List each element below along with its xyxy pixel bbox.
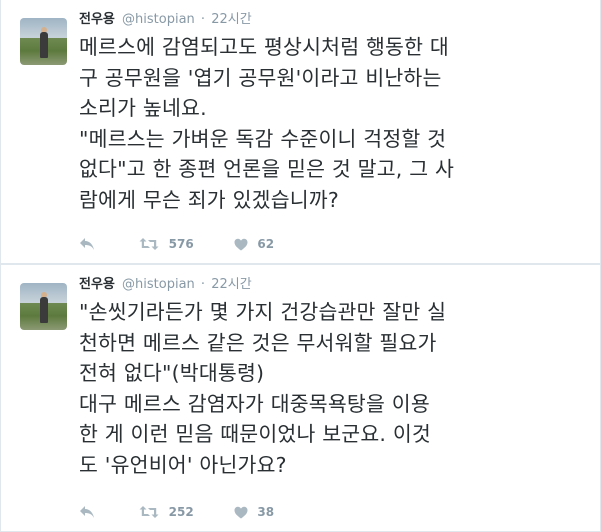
tweet[interactable]: 전우용 @histopian · 22시간 "손씻기라든가 몇 가지 건강습관만… [1,264,600,532]
tweet[interactable]: 전우용 @histopian · 22시간 메르스에 감염되고도 평상시처럼 행… [1,0,600,264]
tweet-header: 전우용 @histopian · 22시간 [79,276,252,294]
tweet-text-line: 한 게 이런 믿음 때문이었나 보군요. 이것 [79,422,431,446]
tweet-text: "손씻기라든가 몇 가지 건강습관만 잘만 실 천하면 메르스 같은 것은 무서… [79,297,591,480]
tweet-feed: 전우용 @histopian · 22시간 메르스에 감염되고도 평상시처럼 행… [0,0,601,532]
tweet-text-line: 전혀 없다"(박대통령) [79,361,265,385]
tweet-text-line: 없다"고 한 종편 언론을 믿은 것 말고, 그 사 [79,157,455,181]
reply-button[interactable] [79,234,99,254]
reply-arrow-icon [80,506,94,518]
tweet-text-line: 람에게 무슨 죄가 있겠습니까? [79,187,339,212]
tweet-text-line: 도 '유언비어' 아닌가요? [79,452,287,477]
heart-icon [234,238,248,250]
retweet-button[interactable]: 576 [139,234,194,254]
tweet-header: 전우용 @histopian · 22시간 [79,11,252,29]
avatar[interactable] [20,283,67,330]
tweet-text-line: 소리가 높네요. [79,96,207,120]
tweet-timestamp[interactable]: 22시간 [211,277,251,292]
header-separator: · [200,277,206,292]
tweet-text: 메르스에 감염되고도 평상시처럼 행동한 대 구 공무원을 '엽기 공무원'이라… [79,32,591,215]
author-name[interactable]: 전우용 [79,277,115,292]
tweet-text-line: "손씻기라든가 몇 가지 건강습관만 잘만 실 [79,300,447,324]
heart-icon [234,506,248,518]
header-separator: · [200,12,206,27]
tweet-text-line: 메르스에 감염되고도 평상시처럼 행동한 대 [79,35,449,59]
like-button[interactable]: 38 [234,502,274,522]
tweet-text-line: 천하면 메르스 같은 것은 무서워할 필요가 [79,330,437,355]
retweet-icon [139,506,159,518]
like-count[interactable]: 38 [257,505,274,519]
like-count[interactable]: 62 [257,237,274,251]
like-button[interactable]: 62 [234,234,274,254]
reply-arrow-icon [80,238,94,250]
tweet-actions: 576 62 [79,233,274,253]
author-handle[interactable]: @histopian [122,12,195,27]
tweet-actions: 252 38 [79,501,274,521]
retweet-count[interactable]: 252 [169,505,194,519]
retweet-count[interactable]: 576 [169,237,194,251]
avatar-figure-body [40,297,48,323]
tweet-text-line: 대구 메르스 감염자가 대중목욕탕을 이용 [79,391,430,416]
tweet-text-line: 구 공무원을 '엽기 공무원'이라고 비난하는 [79,65,442,90]
retweet-button[interactable]: 252 [139,502,194,522]
retweet-icon [139,238,159,250]
avatar[interactable] [20,18,67,65]
tweet-timestamp[interactable]: 22시간 [211,12,251,27]
author-name[interactable]: 전우용 [79,12,115,27]
reply-button[interactable] [79,502,99,522]
tweet-text-line: "메르스는 가벼운 독감 수준이니 걱정할 것 [79,126,447,151]
author-handle[interactable]: @histopian [122,277,195,292]
avatar-figure-body [40,32,48,58]
